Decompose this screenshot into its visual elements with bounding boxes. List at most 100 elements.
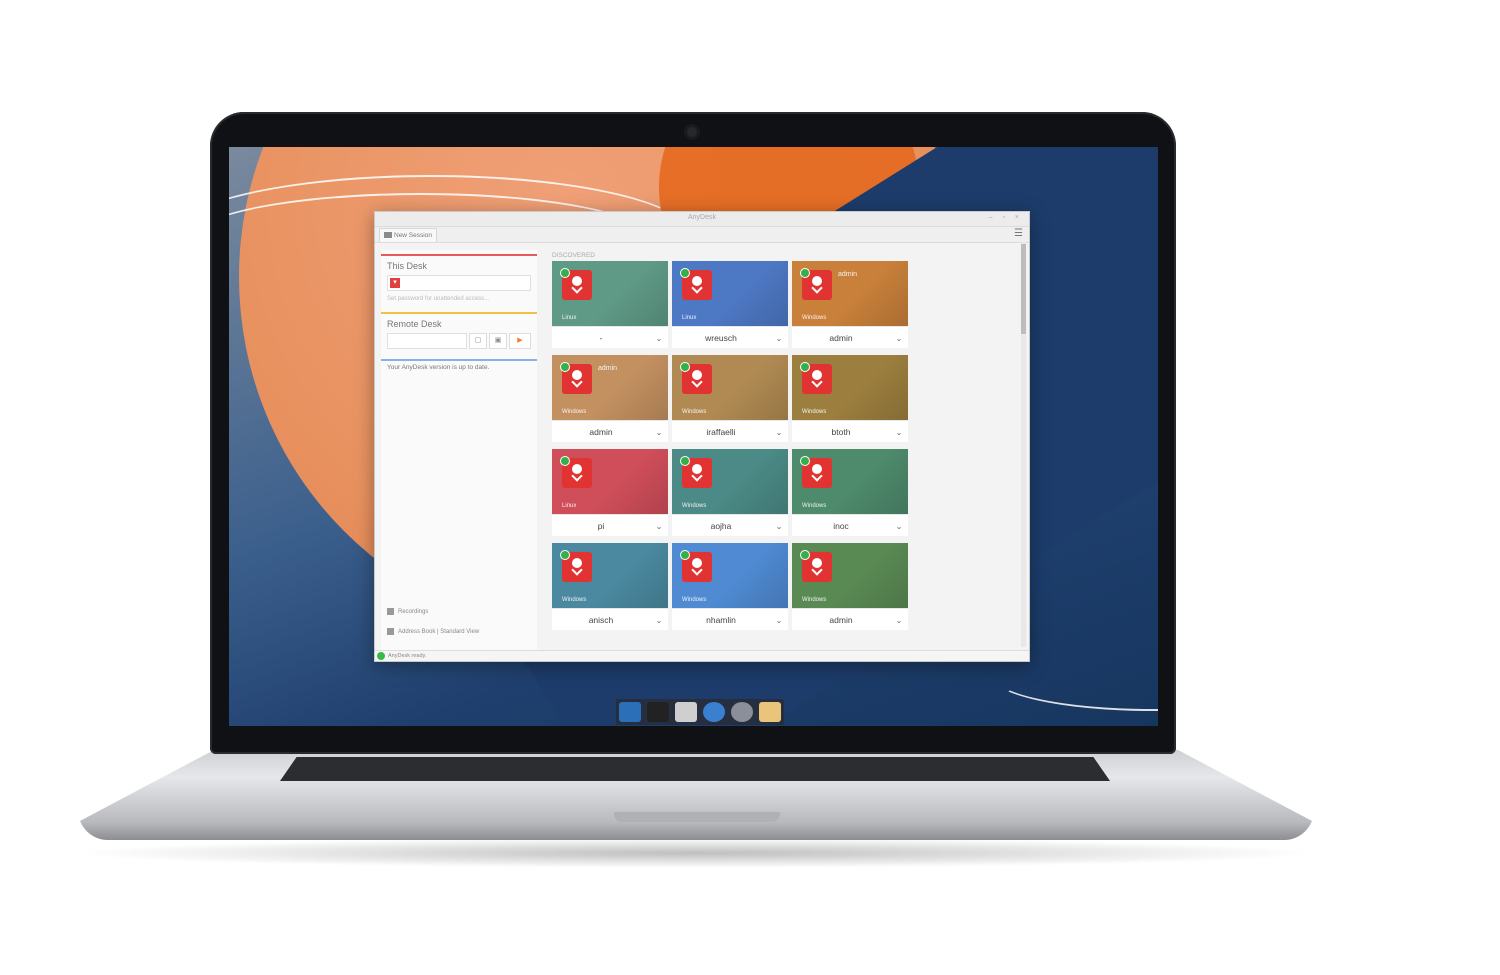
device-session-user: admin [598, 365, 618, 372]
remote-display-button[interactable]: ▣ [489, 333, 507, 349]
device-thumbnail[interactable]: admin Windows [792, 261, 908, 326]
remote-desk-panel: Remote Desk ▢ ▣ ▶ [381, 312, 537, 355]
device-name: nhamlin [706, 615, 736, 625]
screen-icon[interactable] [619, 702, 641, 722]
device-name: btoth [831, 427, 851, 437]
device-card[interactable]: Linux - ⌄ [552, 261, 668, 348]
device-card[interactable]: Windows nhamlin ⌄ [672, 543, 788, 630]
anydesk-window: AnyDesk – ▫ × New Session ☰ This Desk ▾ … [374, 211, 1030, 662]
scrollbar-thumb[interactable] [1021, 244, 1026, 334]
dock [616, 699, 784, 725]
device-card[interactable]: admin Windows admin ⌄ [552, 355, 668, 442]
online-check-icon [800, 268, 810, 278]
title-bar[interactable]: AnyDesk – ▫ × [375, 212, 1029, 227]
folder-icon[interactable] [759, 702, 781, 722]
scrollbar[interactable] [1021, 242, 1026, 647]
chevron-down-icon[interactable]: ⌄ [890, 334, 908, 343]
tab-new-session[interactable]: New Session [379, 228, 437, 242]
sidebar-links: Recordings Address Book | Standard View [387, 602, 479, 642]
remote-address-input[interactable] [387, 333, 467, 349]
online-check-icon [560, 456, 570, 466]
device-os: Linux [562, 503, 577, 509]
device-thumbnail[interactable]: Windows [672, 449, 788, 514]
window-controls[interactable]: – ▫ × [989, 214, 1023, 221]
status-text: AnyDesk ready. [388, 653, 427, 659]
discovered-area: DISCOVERED Linux - ⌄ Linux wreusch ⌄ admin Wind… [550, 242, 1014, 649]
chevron-down-icon[interactable]: ⌄ [770, 334, 788, 343]
device-thumbnail[interactable]: Windows [792, 543, 908, 608]
device-label-row: pi ⌄ [552, 514, 668, 537]
connect-button[interactable]: ▶ [509, 333, 531, 349]
device-card[interactable]: Linux wreusch ⌄ [672, 261, 788, 348]
status-bar: AnyDesk ready. [375, 650, 1029, 661]
device-label-row: admin ⌄ [552, 420, 668, 443]
device-thumbnail[interactable]: admin Windows [552, 355, 668, 420]
standard-view-link[interactable]: Standard View [440, 629, 479, 635]
address-book-link[interactable]: Address Book [398, 629, 435, 635]
globe-icon[interactable] [703, 702, 725, 722]
chevron-down-icon[interactable]: ⌄ [890, 616, 908, 625]
status-panel: Your AnyDesk version is up to date. [381, 359, 537, 374]
device-label-row: iraffaelli ⌄ [672, 420, 788, 443]
chevron-down-icon[interactable]: ⌄ [890, 428, 908, 437]
online-check-icon [560, 550, 570, 560]
device-name: pi [597, 521, 605, 531]
laptop-keyboard [280, 757, 1110, 781]
device-label-row: - ⌄ [552, 326, 668, 349]
online-check-icon [680, 456, 690, 466]
browse-files-button[interactable]: ▢ [469, 333, 487, 349]
device-os: Windows [562, 597, 587, 603]
device-card[interactable]: admin Windows admin ⌄ [792, 261, 908, 348]
device-os: Linux [562, 315, 577, 321]
this-desk-panel: This Desk ▾ Set password for unattended … [381, 254, 537, 308]
device-card[interactable]: Windows admin ⌄ [792, 543, 908, 630]
device-thumbnail[interactable]: Linux [672, 261, 788, 326]
device-grid: Linux - ⌄ Linux wreusch ⌄ admin Windows admin ⌄ ad… [552, 261, 1014, 630]
this-desk-address-field[interactable]: ▾ [387, 275, 531, 291]
device-thumbnail[interactable]: Windows [672, 355, 788, 420]
device-name: admin [829, 333, 853, 343]
search-icon[interactable] [731, 702, 753, 722]
device-os: Windows [802, 597, 827, 603]
tab-bar: New Session ☰ [375, 227, 1029, 243]
device-label-row: aojha ⌄ [672, 514, 788, 537]
device-name: anisch [588, 615, 614, 625]
device-thumbnail[interactable]: Windows [792, 355, 908, 420]
device-card[interactable]: Windows inoc ⌄ [792, 449, 908, 536]
device-os: Windows [682, 503, 707, 509]
device-thumbnail[interactable]: Windows [792, 449, 908, 514]
chevron-down-icon[interactable]: ⌄ [650, 616, 668, 625]
chevron-down-icon[interactable]: ⌄ [650, 428, 668, 437]
device-label-row: wreusch ⌄ [672, 326, 788, 349]
chevron-down-icon[interactable]: ⌄ [770, 428, 788, 437]
device-card[interactable]: Windows iraffaelli ⌄ [672, 355, 788, 442]
sidebar: This Desk ▾ Set password for unattended … [381, 250, 537, 650]
device-thumbnail[interactable]: Linux [552, 261, 668, 326]
chevron-down-icon[interactable]: ⌄ [650, 522, 668, 531]
device-name: admin [589, 427, 613, 437]
chevron-down-icon[interactable]: ⌄ [650, 334, 668, 343]
device-label-row: nhamlin ⌄ [672, 608, 788, 631]
device-card[interactable]: Linux pi ⌄ [552, 449, 668, 536]
recordings-link[interactable]: Recordings [398, 609, 428, 615]
laptop-notch [614, 812, 780, 822]
home-folder-icon[interactable] [675, 702, 697, 722]
device-card[interactable]: Windows anisch ⌄ [552, 543, 668, 630]
online-check-icon [800, 362, 810, 372]
tab-label: New Session [394, 232, 432, 239]
device-thumbnail[interactable]: Windows [552, 543, 668, 608]
device-thumbnail[interactable]: Windows [672, 543, 788, 608]
chevron-down-icon[interactable]: ⌄ [770, 522, 788, 531]
terminal-icon[interactable] [647, 702, 669, 722]
chevron-down-icon[interactable]: ⌄ [770, 616, 788, 625]
set-password-link[interactable]: Set password for unattended access... [387, 296, 531, 302]
address-book-icon [387, 627, 394, 635]
online-check-icon [680, 268, 690, 278]
menu-icon[interactable]: ☰ [1014, 229, 1023, 239]
device-card[interactable]: Windows btoth ⌄ [792, 355, 908, 442]
device-thumbnail[interactable]: Linux [552, 449, 668, 514]
chevron-down-icon[interactable]: ⌄ [890, 522, 908, 531]
remote-desk-title: Remote Desk [387, 319, 442, 329]
device-os: Windows [682, 409, 707, 415]
device-card[interactable]: Windows aojha ⌄ [672, 449, 788, 536]
